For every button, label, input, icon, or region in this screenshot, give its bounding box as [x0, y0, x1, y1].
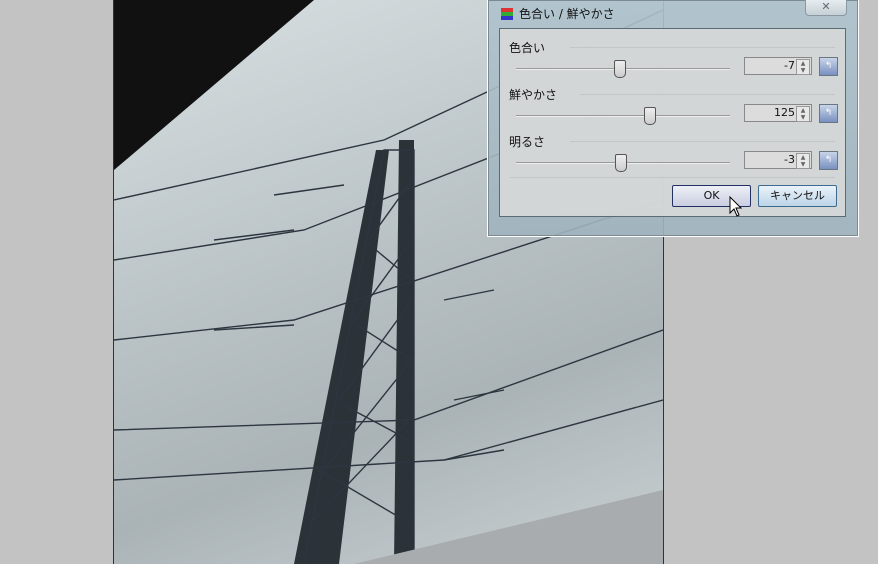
reset-icon[interactable]: ↰: [819, 104, 838, 123]
brightness-value: -3: [784, 153, 795, 166]
spin-icon[interactable]: ▲ ▼: [796, 59, 810, 75]
saturation-group: 鮮やかさ 125 ▲ ▼ ↰: [500, 80, 845, 127]
dialog-titlebar[interactable]: 色合い / 鮮やかさ: [501, 5, 615, 22]
reset-icon[interactable]: ↰: [819, 151, 838, 170]
saturation-label: 鮮やかさ: [509, 88, 558, 102]
divider: [580, 94, 835, 95]
divider: [570, 47, 835, 48]
cancel-button[interactable]: キャンセル: [758, 185, 837, 207]
close-icon: ✕: [821, 0, 831, 13]
saturation-slider-track[interactable]: [516, 115, 730, 117]
hue-value: -7: [784, 59, 795, 72]
saturation-slider-thumb[interactable]: [643, 107, 656, 125]
hue-slider-thumb[interactable]: [613, 60, 626, 78]
dialog-title: 色合い / 鮮やかさ: [519, 7, 615, 21]
divider: [510, 177, 835, 178]
saturation-value-input[interactable]: 125 ▲ ▼: [744, 104, 812, 122]
spin-icon[interactable]: ▲ ▼: [796, 106, 810, 122]
mouse-cursor-icon: [729, 196, 743, 217]
dialog-panel: 色合い -7 ▲ ▼ ↰ 鮮やかさ 125 ▲ ▼ ↰ 明るさ -3 ▲ ▼ ↰ OK キャ…: [499, 28, 846, 217]
hue-saturation-dialog: 色合い / 鮮やかさ ✕ 色合い -7 ▲ ▼ ↰ 鮮やかさ 125 ▲ ▼ ↰ 明るさ…: [488, 0, 858, 236]
brightness-value-input[interactable]: -3 ▲ ▼: [744, 151, 812, 169]
hue-label: 色合い: [509, 41, 546, 55]
brightness-label: 明るさ: [509, 135, 546, 149]
brightness-slider-thumb[interactable]: [614, 154, 627, 172]
app-icon: [501, 7, 513, 20]
hue-value-input[interactable]: -7 ▲ ▼: [744, 57, 812, 75]
spin-icon[interactable]: ▲ ▼: [796, 153, 810, 169]
saturation-value: 125: [774, 106, 795, 119]
brightness-group: 明るさ -3 ▲ ▼ ↰: [500, 127, 845, 174]
hue-group: 色合い -7 ▲ ▼ ↰: [500, 33, 845, 80]
reset-icon[interactable]: ↰: [819, 57, 838, 76]
close-button[interactable]: ✕: [805, 0, 847, 16]
divider: [570, 141, 835, 142]
